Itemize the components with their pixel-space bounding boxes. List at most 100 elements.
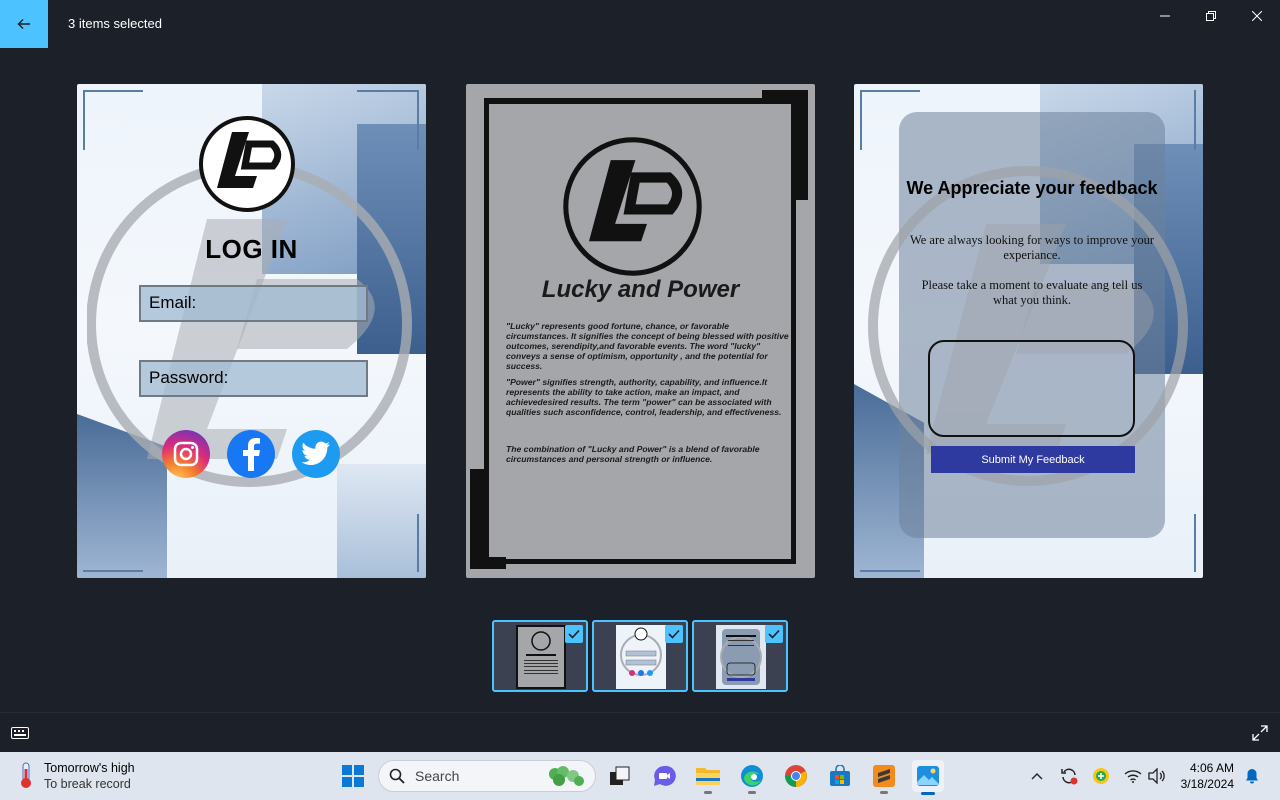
clock[interactable]: 4:06 AM 3/18/2024	[1172, 760, 1234, 792]
shamrock-icon	[549, 766, 584, 786]
thermometer-icon	[21, 762, 31, 788]
store-icon	[830, 765, 850, 786]
frame-line	[83, 570, 143, 572]
teams-chat-icon	[654, 765, 676, 786]
feedback-text-1: We are always looking for ways to improv…	[909, 233, 1155, 262]
volume-icon	[1148, 768, 1165, 784]
minimize-button[interactable]	[1142, 0, 1188, 32]
selected-checkbox[interactable]	[765, 625, 783, 643]
checkmark-icon	[668, 629, 680, 639]
search-icon	[389, 768, 405, 784]
file-explorer-icon	[696, 768, 720, 785]
about-page-preview[interactable]: Lucky and Power "Lucky" represents good …	[466, 84, 815, 578]
combination-paragraph: The combination of "Lucky and Power" is …	[506, 444, 760, 464]
frame-line	[860, 90, 862, 150]
twitter-glyph	[301, 441, 330, 465]
selected-checkbox[interactable]	[665, 625, 683, 643]
thumbnail-page	[516, 625, 566, 689]
sublime-text-button[interactable]	[868, 760, 900, 794]
thumbnail-preview-art	[524, 631, 558, 674]
lucky-paragraph: "Lucky" represents good fortune, chance,…	[506, 321, 789, 371]
expand-icon	[1252, 725, 1268, 741]
selection-title: 3 items selected	[68, 16, 162, 31]
chrome-button[interactable]	[780, 760, 812, 792]
bottom-toolbar	[0, 712, 1280, 752]
title-bar: 3 items selected	[0, 0, 1280, 48]
teams-chat-button[interactable]	[648, 760, 680, 792]
taskbar-search[interactable]: Search	[378, 760, 596, 792]
password-field[interactable]: Password:	[139, 360, 368, 397]
login-page-preview[interactable]: LOG IN Email: Password:	[77, 84, 426, 578]
frame-line	[357, 90, 417, 92]
frame-line	[83, 90, 85, 150]
thumbnail-login[interactable]	[592, 620, 688, 692]
facebook-icon[interactable]	[227, 430, 275, 478]
keyboard-button[interactable]	[0, 713, 40, 753]
wifi-icon	[1124, 770, 1142, 783]
frame-line	[1194, 90, 1196, 150]
weather-subtitle: To break record	[44, 777, 131, 791]
clock-time: 4:06 AM	[1189, 761, 1234, 775]
selected-checkbox[interactable]	[565, 625, 583, 643]
chrome-icon	[785, 765, 807, 787]
close-button[interactable]	[1234, 0, 1280, 32]
volume-tray-button[interactable]	[1147, 766, 1167, 786]
thumbnail-preview-art	[620, 627, 662, 676]
running-indicator	[704, 791, 712, 794]
frame-line	[83, 90, 143, 92]
search-placeholder: Search	[415, 768, 460, 784]
submit-feedback-button[interactable]: Submit My Feedback	[931, 446, 1135, 473]
frame-line	[417, 90, 419, 150]
photos-button[interactable]	[912, 760, 944, 795]
security-icon	[1093, 768, 1109, 784]
twitter-icon[interactable]	[292, 430, 340, 478]
frame-line	[417, 514, 419, 572]
sublime-text-icon	[873, 765, 895, 787]
start-icon	[342, 765, 364, 787]
sync-icon	[1061, 768, 1078, 785]
facebook-glyph	[243, 438, 260, 471]
instagram-glyph	[173, 441, 199, 467]
file-explorer-button[interactable]	[692, 760, 724, 794]
feedback-page-preview[interactable]: We Appreciate your feedback We are alway…	[854, 84, 1203, 578]
edge-icon	[741, 765, 763, 787]
running-indicator	[880, 791, 888, 794]
security-tray-button[interactable]	[1091, 766, 1111, 786]
lp-logo	[199, 116, 295, 212]
chevron-up-icon	[1031, 773, 1043, 780]
start-button[interactable]	[337, 760, 369, 792]
password-label: Password:	[149, 368, 229, 387]
about-title: Lucky and Power	[541, 276, 740, 303]
thumbnail-feedback[interactable]	[692, 620, 788, 692]
arrow-left-icon	[17, 19, 30, 29]
task-view-button[interactable]	[604, 760, 636, 792]
feedback-textarea[interactable]	[928, 340, 1135, 437]
checkmark-icon	[568, 629, 580, 639]
thumbnail-about[interactable]	[492, 620, 588, 692]
wifi-tray-button[interactable]	[1123, 766, 1143, 786]
show-hidden-icons-button[interactable]	[1027, 766, 1047, 786]
login-title: LOG IN	[205, 234, 298, 264]
active-indicator	[921, 792, 935, 795]
thumbnail-page	[716, 625, 766, 689]
weather-widget[interactable]: Tomorrow's high To break record	[16, 760, 135, 792]
email-field[interactable]: Email:	[139, 285, 368, 322]
edge-button[interactable]	[736, 760, 768, 794]
feedback-text-2: Please take a moment to evaluate ang tel…	[921, 278, 1143, 307]
thumbnail-preview-art	[720, 629, 762, 685]
lp-logo	[563, 137, 702, 276]
frame-line	[860, 570, 920, 572]
expand-button[interactable]	[1240, 713, 1280, 753]
sync-tray-button[interactable]	[1059, 766, 1079, 786]
restore-button[interactable]	[1188, 0, 1234, 32]
taskbar: Tomorrow's high To break record Search 4…	[0, 752, 1280, 800]
minimize-icon	[1160, 15, 1170, 17]
thumbnail-page	[616, 625, 666, 689]
weather-title: Tomorrow's high	[44, 761, 135, 775]
instagram-icon[interactable]	[162, 430, 210, 478]
back-button[interactable]	[0, 0, 48, 48]
frame-line	[1194, 514, 1196, 572]
store-button[interactable]	[824, 760, 856, 792]
notification-bell-icon	[1246, 769, 1258, 784]
notifications-button[interactable]	[1242, 766, 1262, 786]
